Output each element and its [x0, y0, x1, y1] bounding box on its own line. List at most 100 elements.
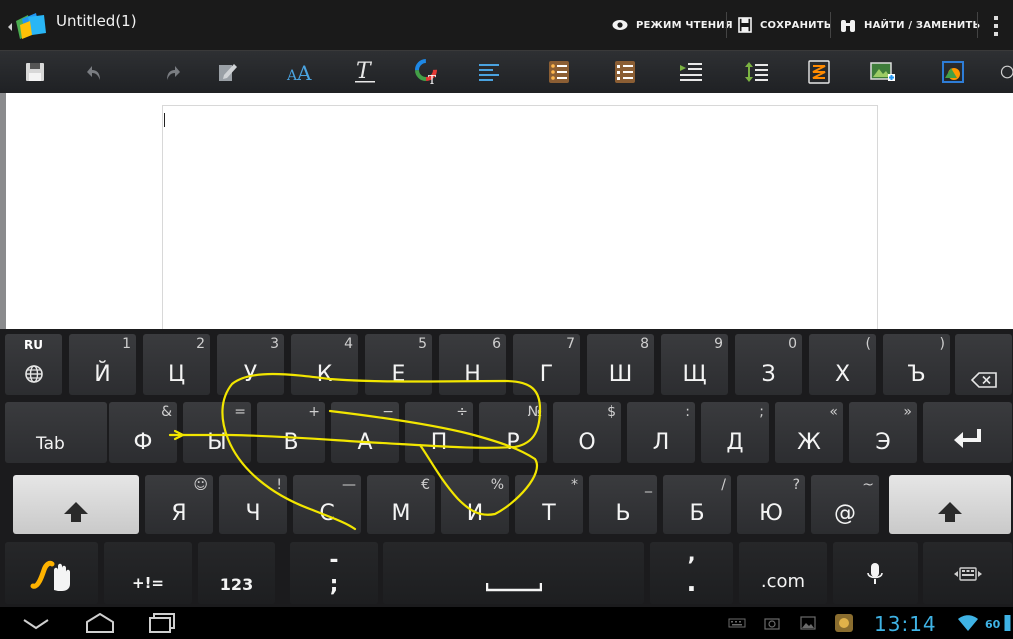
letter-key[interactable]: & Ф	[109, 402, 177, 463]
swipe-settings-key[interactable]	[5, 542, 98, 604]
keyboard-notification-icon	[728, 618, 746, 628]
key-label: Ь	[615, 501, 631, 526]
dash-label: -	[329, 548, 339, 573]
key-label: Ф	[133, 430, 153, 455]
numbered-list-icon[interactable]	[610, 57, 640, 87]
letter-key[interactable]: 4К	[291, 334, 358, 395]
letter-key[interactable]: + В	[257, 402, 325, 463]
key-label: Ы	[207, 430, 227, 455]
key-hint-label: 5	[418, 336, 427, 352]
letter-key[interactable]: ) Ъ	[883, 334, 950, 395]
enter-key[interactable]	[923, 402, 1012, 463]
letter-key[interactable]: _ Ь	[589, 475, 657, 534]
letter-key[interactable]: :Л	[627, 402, 695, 463]
document-area[interactable]	[0, 93, 1013, 335]
letter-key[interactable]: ? Ю	[737, 475, 805, 534]
text-color-icon[interactable]: T	[413, 57, 443, 87]
language-key[interactable]: RU	[5, 334, 62, 395]
letter-key[interactable]: ☺ Я	[145, 475, 213, 534]
save-document-button[interactable]: СОХРАНИТЬ	[738, 0, 832, 50]
recent-apps-icon[interactable]	[148, 612, 176, 634]
letter-key[interactable]: ! Ч	[219, 475, 287, 534]
letter-key[interactable]: 9Щ	[661, 334, 728, 395]
overflow-menu-icon[interactable]	[993, 16, 999, 36]
letter-key[interactable]: 5Е	[365, 334, 432, 395]
key-label: Ж	[797, 430, 821, 455]
letter-key[interactable]: $ О	[553, 402, 621, 463]
dotcom-key[interactable]: .com	[739, 542, 827, 604]
align-icon[interactable]	[474, 57, 504, 87]
letter-key[interactable]: − А	[331, 402, 399, 463]
key-hint-label: 0	[788, 336, 797, 352]
undo-icon[interactable]	[81, 57, 111, 87]
dotcom-label: .com	[760, 571, 806, 592]
more-tools-icon[interactable]	[998, 57, 1013, 87]
letter-key[interactable]: 2Ц	[143, 334, 210, 395]
letter-key[interactable]: 7Г	[513, 334, 580, 395]
letter-key[interactable]: ~ @	[811, 475, 879, 534]
key-hint-label: »	[903, 404, 912, 420]
edit-icon[interactable]	[212, 57, 242, 87]
tab-key[interactable]: Tab	[5, 402, 107, 463]
shift-left-key[interactable]	[13, 475, 139, 534]
app-logo-icon[interactable]	[6, 11, 50, 43]
battery-percentage: 60	[985, 618, 1001, 631]
key-label: У	[243, 362, 258, 387]
language-label: RU	[24, 338, 43, 352]
letter-key[interactable]: 8Ш	[587, 334, 654, 395]
document-page[interactable]	[162, 105, 878, 335]
redo-icon[interactable]	[156, 57, 186, 87]
svg-text:A: A	[296, 61, 312, 84]
save-icon[interactable]	[20, 57, 50, 87]
line-spacing-icon[interactable]	[742, 57, 772, 87]
key-hint-label: ?	[792, 477, 800, 493]
key-label: Ю	[759, 501, 783, 526]
letter-key[interactable]: «Ж	[775, 402, 843, 463]
numbers-key[interactable]: 123	[198, 542, 275, 604]
insert-shape-icon[interactable]	[938, 57, 968, 87]
letter-key[interactable]: % И	[441, 475, 509, 534]
space-key[interactable]	[383, 542, 644, 604]
symbols-key[interactable]: +!=	[104, 542, 192, 604]
key-hint-label: *	[571, 477, 578, 493]
find-replace-button[interactable]: НАЙТИ / ЗАМЕНИТЬ	[840, 0, 980, 50]
letter-key[interactable]: 6Н	[439, 334, 506, 395]
indent-icon[interactable]	[676, 57, 706, 87]
font-size-icon[interactable]: AA	[285, 57, 315, 87]
backspace-key[interactable]	[955, 334, 1012, 395]
letter-key[interactable]: — С	[293, 475, 361, 534]
reading-mode-button[interactable]: РЕЖИМ ЧТЕНИЯ	[612, 0, 733, 50]
home-icon[interactable]	[85, 613, 115, 633]
divider	[726, 12, 727, 38]
letter-key[interactable]: 3У	[217, 334, 284, 395]
bullet-list-icon[interactable]	[544, 57, 574, 87]
key-hint-label: +	[308, 404, 320, 420]
letter-key[interactable]: = Ы	[183, 402, 251, 463]
letter-key[interactable]: * Т	[515, 475, 583, 534]
on-screen-keyboard: 1 Й 2 Ц 3 У 4 К 5 Е 6 Н 7 Г 8 Ш 9 Щ 0 З(Х) Ъ & Ф = Ы + В − А ÷ П № Р $ О: Л…	[0, 329, 1013, 607]
binoculars-icon	[841, 20, 855, 32]
letter-key[interactable]: » Э	[849, 402, 917, 463]
save-label: СОХРАНИТЬ	[760, 19, 832, 31]
letter-key[interactable]: ; Д	[701, 402, 769, 463]
key-hint-label: 8	[640, 336, 649, 352]
system-navigation-bar: 13:14 60	[0, 607, 1013, 639]
page-break-icon[interactable]	[804, 57, 834, 87]
letter-key[interactable]: 0З	[735, 334, 802, 395]
letter-key[interactable]: € М	[367, 475, 435, 534]
shift-right-key[interactable]	[889, 475, 1011, 534]
key-label: И	[466, 501, 484, 526]
key-label: @	[834, 501, 856, 526]
back-icon[interactable]	[22, 617, 50, 631]
dash-semicolon-key[interactable]: - ;	[290, 542, 378, 604]
letter-key[interactable]: ÷ П	[405, 402, 473, 463]
letter-key[interactable]: (Х	[809, 334, 876, 395]
insert-image-icon[interactable]	[868, 57, 898, 87]
comma-period-key[interactable]: ’ .	[650, 542, 733, 604]
keyboard-switch-key[interactable]	[923, 542, 1012, 604]
letter-key[interactable]: 1Й	[69, 334, 136, 395]
letter-key[interactable]: № Р	[479, 402, 547, 463]
microphone-key[interactable]	[833, 542, 918, 604]
text-style-icon[interactable]: T	[350, 57, 380, 87]
letter-key[interactable]: / Б	[663, 475, 731, 534]
